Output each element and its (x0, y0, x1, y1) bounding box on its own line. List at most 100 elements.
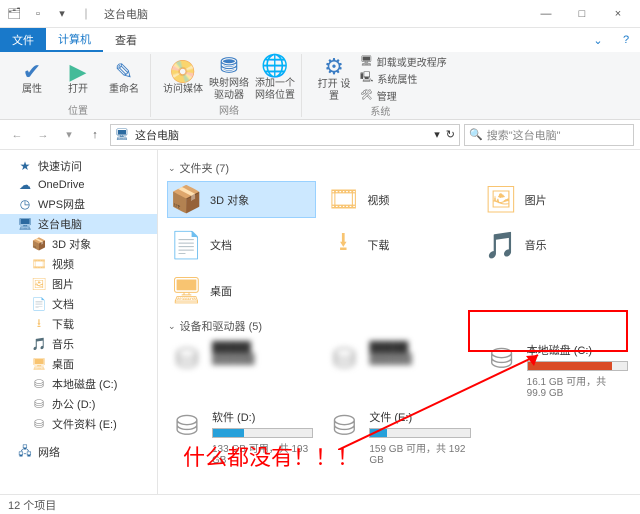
open-settings-button[interactable]: ⚙打开 设置 (314, 54, 354, 103)
sidebar-item[interactable]: ◷WPS网盘 (0, 194, 157, 214)
rename-button[interactable]: ✎重命名 (104, 54, 144, 102)
folder-label: 视频 (367, 192, 389, 208)
sidebar-item-label: WPS网盘 (38, 196, 85, 212)
drive-item[interactable]: ⛁███████████ (168, 340, 315, 401)
search-icon: 🔍 (469, 128, 483, 141)
titlebar: 🗂 ▫ ▾ ｜ 这台电脑 — □ × (0, 0, 640, 28)
drive-icon: ⛁ (170, 409, 204, 442)
sidebar-item[interactable]: ⛁文件资料 (E:) (0, 414, 157, 434)
sidebar-item-icon: 📄 (32, 297, 46, 311)
folder-label: 文档 (210, 237, 232, 253)
folder-icon: 📦 (170, 184, 202, 215)
checkmark-icon: ✔ (23, 60, 41, 84)
manage-computer[interactable]: 🛠管理 (360, 88, 447, 103)
search-input[interactable]: 🔍 搜索"这台电脑" (464, 124, 634, 146)
drive-item[interactable]: ⛁███████████ (325, 340, 472, 401)
ribbon-group-system: ⚙打开 设置 🖥卸载或更改程序 🖳系统属性 🛠管理 系统 (308, 54, 453, 117)
forward-button[interactable]: → (32, 124, 54, 146)
sidebar: ★快速访问☁OneDrive◷WPS网盘 🖥 这台电脑 📦3D 对象 🎞 视频 🖼图片 📄 文档… (0, 150, 158, 494)
drive-name: 文件 (E:) (369, 409, 470, 425)
sidebar-item-icon: 🖥 (18, 217, 32, 231)
folder-item[interactable]: 🎞 视频 (325, 182, 472, 217)
open-button[interactable]: ▶打开 (58, 54, 98, 102)
sidebar-item[interactable]: ⛁本地磁盘 (C:) (0, 374, 157, 394)
tab-file[interactable]: 文件 (0, 28, 46, 52)
sidebar-item[interactable]: 🖼图片 (0, 274, 157, 294)
folder-icon[interactable]: ▫ (28, 4, 48, 24)
folder-item[interactable]: ⭳ 下载 (325, 221, 472, 269)
back-button[interactable]: ← (6, 124, 28, 146)
access-media-button[interactable]: 📀访问媒体 (163, 54, 203, 102)
recent-dropdown[interactable]: ▾ (58, 124, 80, 146)
rename-icon: ✎ (115, 60, 133, 84)
sidebar-item[interactable]: 🎵音乐 (0, 334, 157, 354)
folder-icon: 🎞 (327, 184, 359, 215)
sidebar-item[interactable]: ⭳下载 (0, 314, 157, 334)
uninstall-icon: 🖥 (360, 56, 373, 67)
sidebar-item[interactable]: 📄 文档 (0, 294, 157, 314)
qat-dropdown-icon[interactable]: ▾ (52, 4, 72, 24)
system-properties[interactable]: 🖳系统属性 (360, 70, 447, 87)
sidebar-item-icon: 🖧 (18, 445, 32, 459)
tab-view[interactable]: 查看 (103, 28, 149, 52)
info-icon[interactable]: ? (612, 28, 640, 52)
sidebar-item-label: 桌面 (52, 356, 74, 372)
up-button[interactable]: ↑ (84, 124, 106, 146)
folders-grid: 📦3D 对象 🎞 视频 🖼图片 📄文档 ⭳ 下载 🎵音乐 🖥桌面 (168, 182, 630, 308)
add-network-button[interactable]: 🌐添加一个 网络位置 (255, 54, 295, 102)
manage-icon: 🛠 (360, 90, 373, 101)
chevron-down-icon: ⌄ (168, 321, 176, 332)
drive-name: 本地磁盘 (C:) (527, 342, 628, 358)
folder-label: 桌面 (210, 283, 232, 299)
properties-button[interactable]: ✔属性 (12, 54, 52, 102)
close-button[interactable]: × (600, 0, 636, 28)
folder-icon: 🖼 (485, 184, 517, 215)
sidebar-item[interactable]: 🎞 视频 (0, 254, 157, 274)
help-icon[interactable]: ⌄ (584, 28, 612, 52)
status-bar: 12 个项目 (0, 494, 640, 514)
folder-item[interactable]: 📄文档 (168, 221, 315, 269)
sidebar-item-label: 这台电脑 (38, 216, 82, 232)
minimize-button[interactable]: — (528, 0, 564, 28)
sidebar-item[interactable]: ⛁办公 (D:) (0, 394, 157, 414)
tab-computer[interactable]: 计算机 (46, 28, 103, 52)
folders-header[interactable]: ⌄文件夹 (7) (168, 160, 630, 176)
drive-item[interactable]: ⛁文件 (E:)159 GB 可用，共 192 GB (325, 407, 472, 468)
sidebar-item[interactable]: 🖧网络 (0, 442, 157, 462)
drive-item[interactable]: ⛁本地磁盘 (C:)16.1 GB 可用，共 99.9 GB (483, 340, 630, 401)
address-bar[interactable]: 🖥 这台电脑 ▾ ↻ (110, 124, 460, 146)
drive-item[interactable]: ⛁ 软件 (D:) 133 GB 可用，共 193 GB (168, 407, 315, 468)
sidebar-item-label: 文档 (52, 296, 74, 312)
folder-item[interactable]: 🎵音乐 (483, 221, 630, 269)
refresh-icon[interactable]: ↻ (446, 128, 455, 141)
breadcrumb[interactable]: 这台电脑 (135, 127, 179, 143)
drives-header[interactable]: ⌄设备和驱动器 (5) (168, 318, 630, 334)
drive-icon: ⛁ (327, 342, 361, 375)
sidebar-item-icon: 🎞 (32, 257, 46, 271)
sidebar-item-label: OneDrive (38, 179, 84, 191)
dropdown-icon[interactable]: ▾ (434, 128, 440, 141)
folder-label: 下载 (367, 237, 389, 253)
drive-space: 133 GB 可用，共 193 GB (212, 440, 313, 466)
map-drive-button[interactable]: ⛃映射网络 驱动器 (209, 54, 249, 102)
sidebar-item[interactable]: 🖥 这台电脑 (0, 214, 157, 234)
sidebar-item[interactable]: 🖥桌面 (0, 354, 157, 374)
sidebar-item[interactable]: ☁OneDrive (0, 176, 157, 194)
sidebar-item-icon: ⭳ (32, 317, 46, 331)
uninstall-programs[interactable]: 🖥卸载或更改程序 (360, 54, 447, 69)
computer-icon: 🖥 (115, 128, 129, 141)
explorer-icon: 🗂 (4, 4, 24, 24)
drive-name: 软件 (D:) (212, 409, 313, 425)
folder-icon: ⭳ (327, 223, 359, 267)
drives-grid: ⛁███████████⛁███████████⛁本地磁盘 (C:)16.1 G… (168, 340, 630, 468)
drive-icon: ⛁ (327, 409, 361, 442)
folder-item[interactable]: 📦3D 对象 (168, 182, 315, 217)
sidebar-item-label: 视频 (52, 256, 74, 272)
sidebar-item[interactable]: 📦3D 对象 (0, 234, 157, 254)
maximize-button[interactable]: □ (564, 0, 600, 28)
folder-item[interactable]: 🖼图片 (483, 182, 630, 217)
folder-item[interactable]: 🖥桌面 (168, 273, 315, 308)
item-count: 12 个项目 (8, 497, 56, 513)
sidebar-item[interactable]: ★快速访问 (0, 156, 157, 176)
divider-icon: ｜ (76, 4, 96, 24)
